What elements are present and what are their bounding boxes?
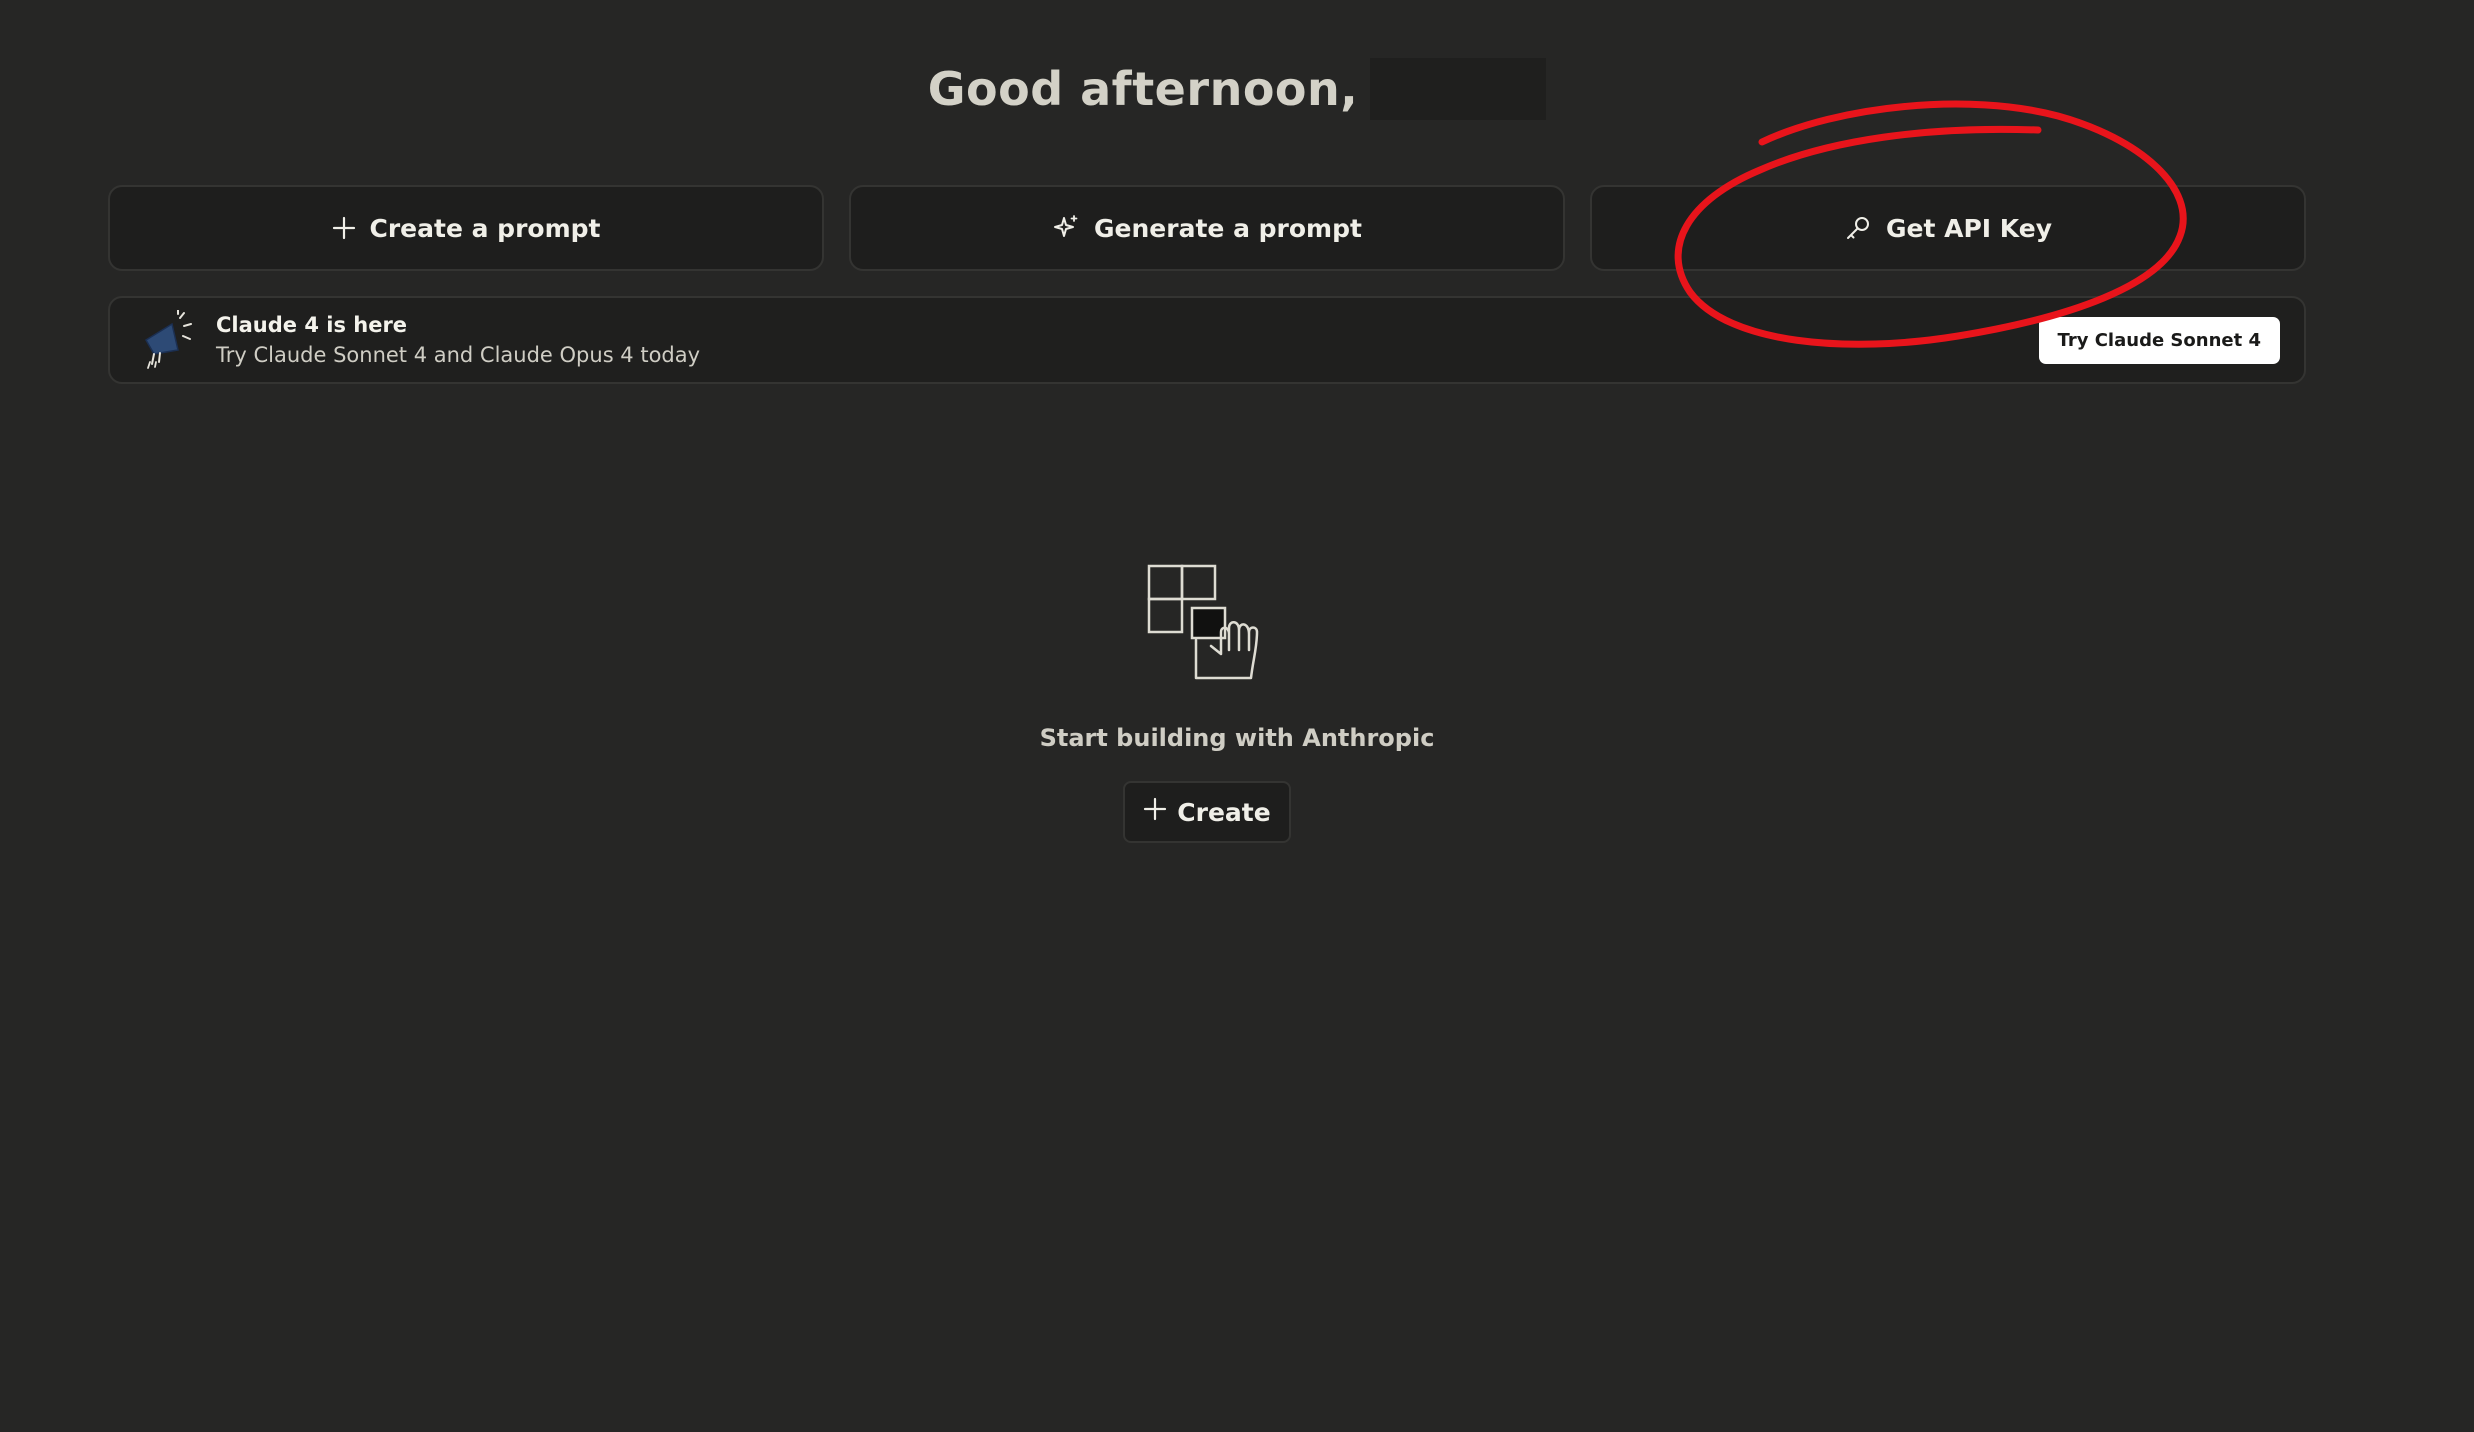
get-api-key-button[interactable]: Get API Key [1590,185,2306,271]
grid-hand-illustration [1147,564,1259,680]
try-claude-sonnet-button[interactable]: Try Claude Sonnet 4 [2038,316,2280,364]
get-api-key-label: Get API Key [1886,213,2052,243]
create-prompt-button[interactable]: Create a prompt [108,185,824,271]
plus-icon [332,216,356,240]
quick-actions: Create a prompt Generate a prompt Get AP… [108,185,2306,271]
banner-title: Claude 4 is here [216,313,408,337]
redacted-username [1370,58,1547,120]
key-icon [1844,214,1872,242]
plus-icon [1143,797,1167,827]
console-home: Good afternoon, Create a prompt Generate… [0,0,2474,1432]
create-button[interactable]: Create [1123,781,1291,843]
generate-prompt-label: Generate a prompt [1094,213,1362,243]
create-label: Create [1177,797,1271,827]
greeting-text: Good afternoon, [927,62,1359,116]
generate-prompt-button[interactable]: Generate a prompt [849,185,1565,271]
sparkle-icon [1052,214,1080,242]
banner-text: Claude 4 is here Try Claude Sonnet 4 and… [216,313,2039,367]
create-prompt-label: Create a prompt [369,213,601,243]
empty-state-title: Start building with Anthropic [1039,724,1435,752]
megaphone-icon [140,309,196,370]
greeting: Good afternoon, [0,58,2474,120]
banner-subtitle: Try Claude Sonnet 4 and Claude Opus 4 to… [216,343,701,367]
announcement-banner: Claude 4 is here Try Claude Sonnet 4 and… [108,296,2306,384]
